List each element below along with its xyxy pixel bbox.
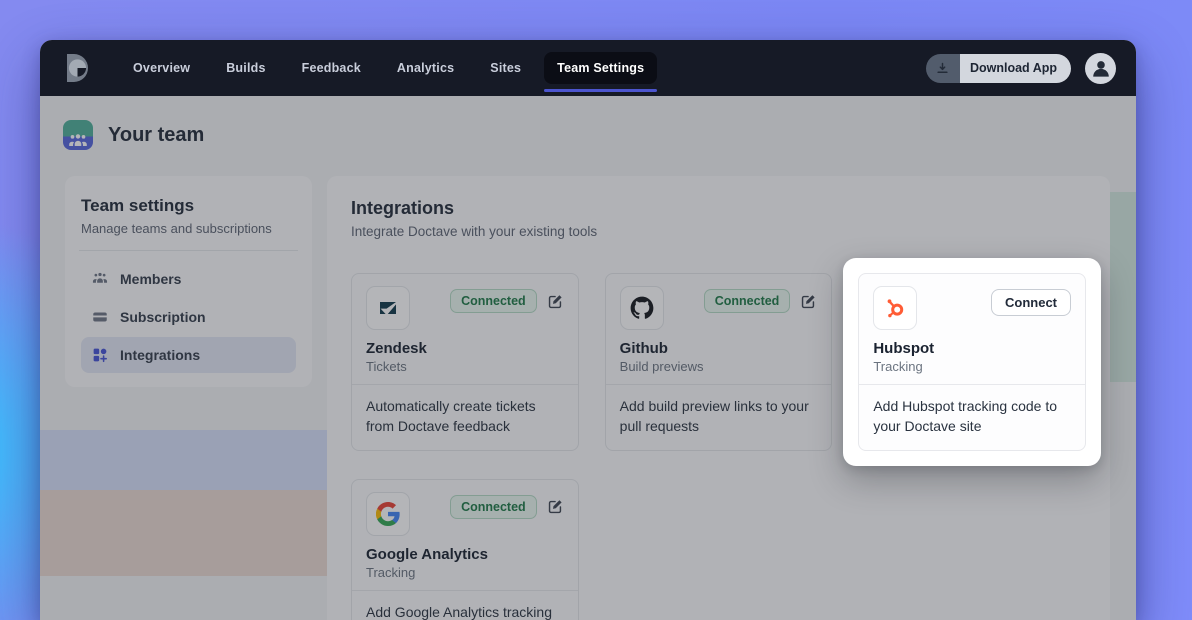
- tab-overview[interactable]: Overview: [120, 52, 203, 84]
- hubspot-spotlight: Connect Hubspot Tracking Add Hubspot tra…: [843, 258, 1101, 466]
- page-content: Your team Team settings Manage teams and…: [40, 96, 1136, 620]
- tab-team-settings[interactable]: Team Settings: [544, 52, 657, 84]
- download-app-button[interactable]: Download App: [926, 54, 1071, 83]
- person-icon: [1088, 55, 1114, 81]
- download-icon: [926, 54, 960, 83]
- doctave-logo-icon: [60, 51, 94, 85]
- tab-builds[interactable]: Builds: [213, 52, 278, 84]
- nav-tabs: Overview Builds Feedback Analytics Sites…: [120, 52, 657, 84]
- integration-category: Tracking: [873, 359, 1071, 374]
- integration-name: Hubspot: [873, 340, 1071, 357]
- tab-analytics[interactable]: Analytics: [384, 52, 467, 84]
- app-window: Overview Builds Feedback Analytics Sites…: [40, 40, 1136, 620]
- hubspot-logo-icon: [873, 286, 917, 330]
- integration-card-hubspot: Connect Hubspot Tracking Add Hubspot tra…: [858, 273, 1086, 451]
- tab-feedback[interactable]: Feedback: [289, 52, 374, 84]
- user-avatar[interactable]: [1085, 53, 1116, 84]
- tab-sites[interactable]: Sites: [477, 52, 534, 84]
- top-navbar: Overview Builds Feedback Analytics Sites…: [40, 40, 1136, 96]
- download-app-label: Download App: [960, 54, 1071, 83]
- connect-button[interactable]: Connect: [991, 289, 1071, 316]
- integration-description: Add Hubspot tracking code to your Doctav…: [859, 384, 1085, 450]
